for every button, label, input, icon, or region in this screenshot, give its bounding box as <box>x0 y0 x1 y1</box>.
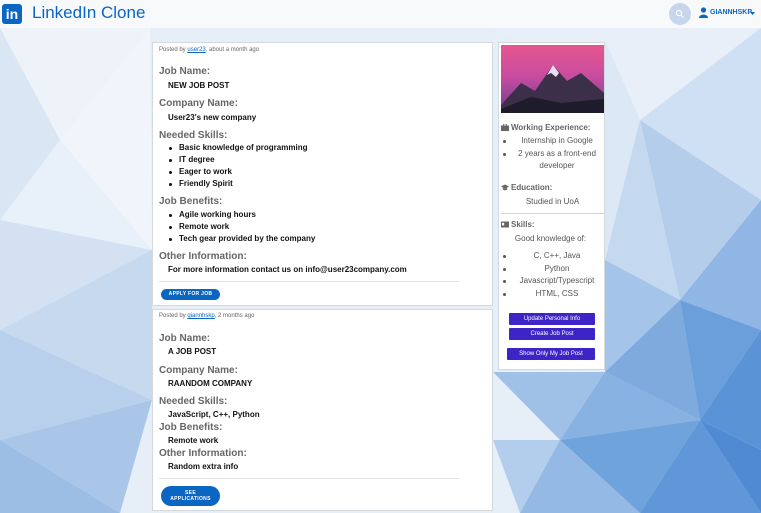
search-button[interactable] <box>669 3 691 25</box>
skills-intro: Good knowledge of: <box>514 234 587 243</box>
list-item: Tech gear provided by the company <box>169 233 315 245</box>
graduation-cap-icon <box>501 184 509 191</box>
bullet <box>503 153 506 156</box>
list-item: Basic knowledge of programming <box>169 142 307 154</box>
create-job-post-button[interactable]: Create Job Post <box>509 328 595 340</box>
briefcase-icon <box>501 123 509 131</box>
divider <box>159 478 459 479</box>
post-meta: Posted by user23, about a month ago <box>159 47 260 53</box>
profile-card: Working Experience: Internship in Google… <box>498 42 605 370</box>
bullet <box>503 280 506 283</box>
id-card-icon <box>501 221 509 228</box>
job-name-value: NEW JOB POST <box>168 81 230 90</box>
skill-item: HTML, CSS <box>535 289 579 298</box>
show-my-job-posts-button[interactable]: Show Only My Job Post <box>507 348 595 360</box>
list-item: Agile working hours <box>169 209 315 221</box>
job-post-card: Posted by user23, about a month ago Job … <box>152 42 493 306</box>
skill-item: Python <box>544 264 570 273</box>
see-applications-button[interactable]: SEE APPLICATIONS <box>161 486 220 506</box>
experience-heading: Working Experience: <box>501 123 590 132</box>
job-name-heading: Job Name: <box>159 333 211 344</box>
job-post-card: Posted by giannhskp, 2 months ago Job Na… <box>152 309 493 511</box>
list-item: Friendly Spirit <box>169 178 307 190</box>
experience-item: 2 years as a front-end <box>518 149 596 158</box>
job-name-value: A JOB POST <box>168 347 217 356</box>
bullet <box>503 268 506 271</box>
brand-title[interactable]: LinkedIn Clone <box>32 3 145 23</box>
profile-cover-image <box>501 45 604 113</box>
top-navbar: in LinkedIn Clone GIANNHSKP <box>0 0 761 28</box>
bullet <box>503 255 506 258</box>
skills-heading: Skills: <box>501 220 535 229</box>
linkedin-logo-icon[interactable]: in <box>2 4 22 24</box>
list-item: IT degree <box>169 154 307 166</box>
button-label-line: APPLICATIONS <box>170 496 211 502</box>
other-info-heading: Other Information: <box>159 448 247 459</box>
list-item: Eager to work <box>169 166 307 178</box>
benefits-value: Remote work <box>168 436 219 445</box>
benefits-heading: Job Benefits: <box>159 422 223 433</box>
experience-item: Internship in Google <box>521 136 593 145</box>
skills-list: Basic knowledge of programming IT degree… <box>169 142 307 190</box>
benefits-heading: Job Benefits: <box>159 196 223 207</box>
search-icon <box>675 9 684 18</box>
bullet <box>503 140 506 143</box>
education-value: Studied in UoA <box>525 197 580 206</box>
chevron-down-icon <box>750 12 755 15</box>
skills-value: JavaScript, C++, Python <box>168 410 260 419</box>
company-heading: Company Name: <box>159 98 238 109</box>
other-info-value: For more information contact us on info@… <box>168 265 407 274</box>
experience-item: developer <box>539 161 575 170</box>
skill-item: Javascript/Typescript <box>519 276 595 285</box>
company-value: User23's new company <box>168 113 257 122</box>
skills-heading: Needed Skills: <box>159 130 228 141</box>
divider <box>501 213 604 214</box>
author-link[interactable]: giannhskp <box>187 313 214 319</box>
update-personal-info-button[interactable]: Update Personal Info <box>509 313 595 325</box>
other-info-heading: Other Information: <box>159 251 247 262</box>
apply-for-job-button[interactable]: APPLY FOR JOB <box>161 289 220 300</box>
job-name-heading: Job Name: <box>159 66 211 77</box>
company-heading: Company Name: <box>159 365 238 376</box>
list-item: Remote work <box>169 221 315 233</box>
user-avatar-icon <box>699 7 708 18</box>
skill-item: C, C++, Java <box>533 251 581 260</box>
post-meta: Posted by giannhskp, 2 months ago <box>159 313 255 319</box>
username-label: GIANNHSKP <box>710 9 753 16</box>
skills-heading: Needed Skills: <box>159 396 228 407</box>
divider <box>159 281 459 282</box>
bullet <box>503 293 506 296</box>
benefits-list: Agile working hours Remote work Tech gea… <box>169 209 315 245</box>
other-info-value: Random extra info <box>168 462 239 471</box>
author-link[interactable]: user23 <box>187 47 205 53</box>
company-value: RAANDOM COMPANY <box>168 379 253 388</box>
education-heading: Education: <box>501 183 552 192</box>
